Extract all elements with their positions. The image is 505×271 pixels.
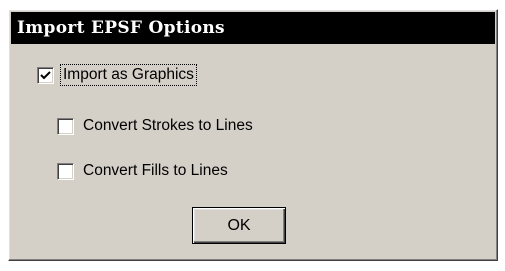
import-epsf-options-dialog: Import EPSF Options Import as Graphics C…: [8, 9, 498, 261]
ok-button-label: OK: [227, 216, 251, 234]
dialog-title: Import EPSF Options: [17, 18, 225, 38]
import-as-graphics-label[interactable]: Import as Graphics: [60, 64, 197, 86]
ok-button[interactable]: OK: [192, 207, 286, 244]
checkmark-icon: [40, 70, 51, 79]
import-as-graphics-option[interactable]: Import as Graphics: [37, 64, 197, 86]
convert-strokes-label[interactable]: Convert Strokes to Lines: [81, 116, 255, 136]
convert-strokes-checkbox[interactable]: [57, 117, 74, 135]
convert-fills-label[interactable]: Convert Fills to Lines: [81, 161, 230, 181]
convert-strokes-option[interactable]: Convert Strokes to Lines: [57, 116, 255, 136]
dialog-title-bar[interactable]: Import EPSF Options: [11, 12, 495, 44]
convert-fills-option[interactable]: Convert Fills to Lines: [57, 161, 230, 181]
convert-fills-checkbox[interactable]: [57, 162, 74, 180]
import-as-graphics-checkbox[interactable]: [37, 66, 54, 84]
